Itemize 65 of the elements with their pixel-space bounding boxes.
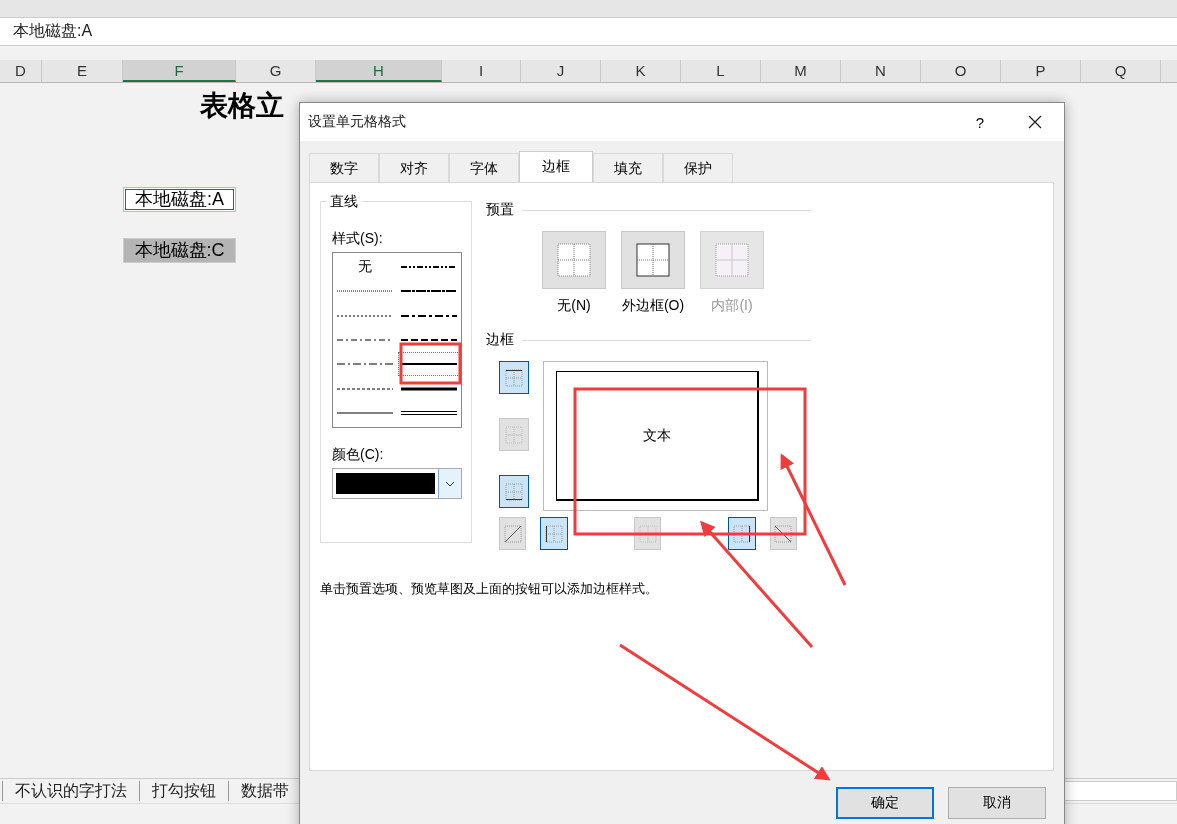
close-icon[interactable] [1028,115,1042,129]
border-toggle-button[interactable] [499,361,529,394]
cell-text[interactable]: 本地磁盘:C [123,238,236,263]
line-sample-icon [337,336,393,344]
cell-text[interactable]: 本地磁盘:A [123,187,236,212]
border-grid-icon [505,482,523,501]
line-sample-icon [401,408,457,417]
column-header[interactable]: Q [1081,60,1161,82]
hint-text: 单击预置选项、预览草图及上面的按钮可以添加边框样式。 [320,580,659,598]
ok-button[interactable]: 确定 [836,787,934,819]
column-header[interactable]: J [521,60,601,82]
border-toggle-button[interactable] [540,517,568,550]
dialog-tab[interactable]: 字体 [449,153,519,182]
preset-button[interactable] [621,231,685,289]
border-grid-icon [732,524,751,543]
border-grid-icon [545,524,564,543]
section-label: 边框 [486,331,514,349]
sheet-tab[interactable]: 不认识的字打法 [5,780,137,802]
column-header[interactable]: D [0,60,42,82]
border-grid-icon [503,524,522,543]
no-line-option[interactable]: 无 [334,255,396,280]
border-toggle-button[interactable] [499,475,529,508]
group-label: 直线 [327,193,361,211]
dialog-tab[interactable]: 填充 [593,153,663,182]
sheet-tab[interactable]: 数据带 [231,780,299,802]
chevron-down-icon [445,480,456,487]
column-header[interactable]: P [1001,60,1081,82]
line-style-option[interactable] [398,352,460,377]
sheet-tab[interactable]: 打勾按钮 [142,780,226,802]
dialog-tab[interactable]: 保护 [663,153,733,182]
column-header[interactable]: F [123,60,236,82]
formula-bar[interactable]: 本地磁盘:A [0,18,1177,46]
column-header[interactable]: L [681,60,761,82]
section-label: 预置 [486,201,514,219]
color-dropdown[interactable] [332,468,462,499]
style-label: 样式(S): [332,230,384,248]
grid-icon [557,243,591,277]
preset-label: 内部(I) [711,297,753,315]
preset-label: 外边框(O) [621,297,685,315]
column-header[interactable]: K [601,60,681,82]
line-sample-icon [401,336,457,344]
formula-value: 本地磁盘:A [13,21,93,41]
highlight-box [399,342,462,385]
dialog-title: 设置单元格格式 [308,113,406,131]
help-button[interactable]: ? [975,113,984,131]
column-header[interactable]: H [316,60,442,82]
grid-icon [715,243,749,277]
color-label: 颜色(C): [332,446,385,464]
border-grid-icon [505,425,523,444]
border-preview[interactable]: 文本 [543,361,768,511]
column-header[interactable]: O [921,60,1001,82]
border-grid-icon [774,524,793,543]
dialog-tab[interactable]: 数字 [309,153,379,182]
preview-text: 文本 [643,426,671,445]
border-grid-icon [638,524,657,543]
dialog-tab[interactable]: 对齐 [379,153,449,182]
cancel-button[interactable]: 取消 [948,787,1046,819]
preset-label: 无(N) [557,297,591,315]
outline-border-icon [636,243,670,277]
border-grid-icon [505,368,523,387]
column-header[interactable]: I [442,60,521,82]
column-header[interactable]: N [841,60,921,82]
dialog-tab[interactable]: 边框 [519,151,593,182]
column-header[interactable]: M [761,60,841,82]
sheet-title: 表格立 [200,89,284,123]
